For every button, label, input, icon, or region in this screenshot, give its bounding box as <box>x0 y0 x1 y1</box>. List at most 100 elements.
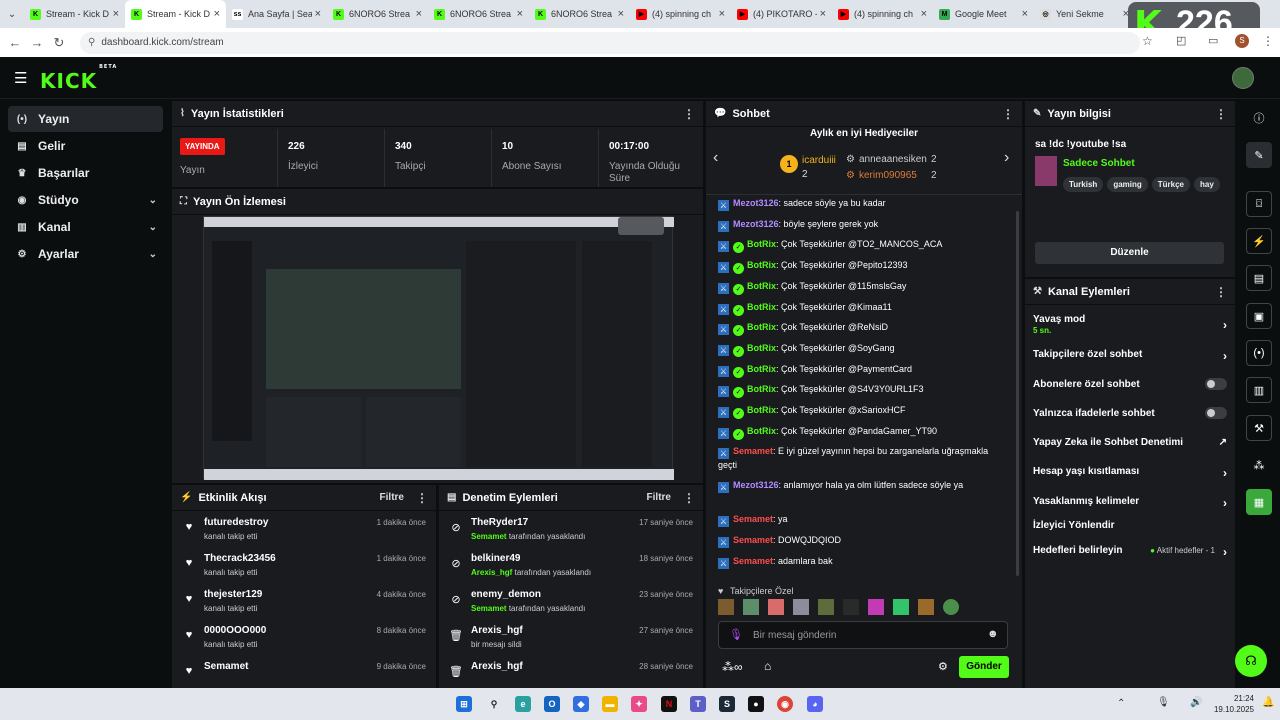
profile-avatar[interactable]: S <box>1235 34 1249 48</box>
chat-username[interactable]: BotRix <box>747 426 776 436</box>
chat-message[interactable]: ⚔Mezot3126: hala akıllanmıyor ya <box>718 576 1008 578</box>
chat-message[interactable]: ⚔ Mezot3126: böyle şeylere gerek yok <box>718 218 1008 232</box>
category-link[interactable]: Sadece Sohbet <box>1063 158 1135 169</box>
followers-chat-row[interactable]: Takipçilere özel sohbet › <box>1033 349 1227 363</box>
chat-username[interactable]: BotRix <box>747 405 776 415</box>
goals-row[interactable]: Hedefleri belirleyin ● Aktif hedefler - 1… <box>1033 545 1227 559</box>
broadcast-icon[interactable]: (•) <box>1246 340 1272 366</box>
chat-bubble-icon[interactable]: ▣ <box>1246 303 1272 329</box>
close-icon[interactable]: × <box>921 8 927 20</box>
moderation-item[interactable]: ⊘ enemy_demon Semamet tarafından yasakland… <box>439 585 703 621</box>
chat-username[interactable]: BotRix <box>747 364 776 374</box>
microphone-icon[interactable]: 🎙 <box>729 628 743 641</box>
support-icon[interactable]: ☊ <box>1235 645 1267 677</box>
emote[interactable] <box>893 599 909 615</box>
steam-icon[interactable]: S <box>719 696 735 712</box>
users-icon[interactable]: ⁂ <box>1246 452 1272 478</box>
hamburger-icon[interactable]: ☰ <box>14 69 27 87</box>
sidebar-item-channel[interactable]: ▥ Kanal ⌄ <box>8 214 163 240</box>
gifter-name[interactable]: kerim090965 <box>859 170 917 181</box>
chat-message[interactable]: ⚔ ✓ BotRix: Çok Teşekkürler @SoyGang <box>718 342 1008 357</box>
chat-input[interactable]: 🎙 Bir mesaj gönderin ☻ <box>718 621 1008 649</box>
gifter-name[interactable]: icarduiii <box>802 155 836 166</box>
chat-username[interactable]: BotRix <box>747 281 776 291</box>
gear-icon[interactable]: ⚙ <box>938 660 948 673</box>
subs-chat-toggle[interactable] <box>1205 378 1227 390</box>
browser-tab[interactable]: ▶ (4) spinning ch × <box>630 0 731 28</box>
volume-icon[interactable]: 🔊 <box>1190 697 1202 708</box>
emote[interactable] <box>943 599 959 615</box>
sidebar-item-studio[interactable]: ◉ Stüdyo ⌄ <box>8 187 163 213</box>
account-age-row[interactable]: Hesap yaşı kısıtlaması › <box>1033 466 1227 480</box>
chat-username[interactable]: BotRix <box>747 384 776 394</box>
layout-icon[interactable]: ▥ <box>1246 377 1272 403</box>
pencil-icon[interactable]: ✎ <box>1246 142 1272 168</box>
chevron-down-icon[interactable]: ⌄ <box>149 222 157 233</box>
kick-logo[interactable]: KICKBETA <box>40 64 117 93</box>
site-info-icon[interactable]: ⚲ <box>88 37 95 48</box>
store-icon[interactable]: ⌂ <box>764 659 771 673</box>
chat-username[interactable]: Semamet <box>733 446 773 456</box>
emote[interactable] <box>743 599 759 615</box>
sidebar-item-settings[interactable]: ⚙ Ayarlar ⌄ <box>8 241 163 267</box>
chat-username[interactable]: BotRix <box>747 302 776 312</box>
kick-app-icon[interactable]: ▦ <box>1246 489 1272 515</box>
tag-chip[interactable]: Turkish <box>1063 177 1104 192</box>
browser-tab[interactable]: M Google Meet × <box>933 0 1034 28</box>
app-icon[interactable]: ● <box>748 696 764 712</box>
chat-scrollbar[interactable] <box>1016 211 1019 576</box>
chat-username[interactable]: Mezot3126 <box>733 198 779 208</box>
discord-icon[interactable]: ◕ <box>807 696 823 712</box>
emote[interactable] <box>793 599 809 615</box>
activity-item[interactable]: ♥ futuredestroy kanalı takip etti 1 dakika … <box>172 513 436 549</box>
close-icon[interactable]: × <box>113 8 119 20</box>
url-field[interactable]: ⚲ dashboard.kick.com/stream <box>80 31 1140 54</box>
close-icon[interactable]: × <box>1022 8 1028 20</box>
user-avatar[interactable] <box>1232 67 1254 89</box>
activity-item[interactable]: ♥ 0000OOO000 kanalı takip etti 8 dakika önc… <box>172 621 436 657</box>
close-icon[interactable]: × <box>820 8 826 20</box>
activity-item[interactable]: ♥ Semamet 9 dakika önce <box>172 657 436 688</box>
close-icon[interactable]: × <box>416 8 422 20</box>
emote[interactable] <box>868 599 884 615</box>
sidebar-item-achievements[interactable]: ♛ Başarılar <box>8 160 163 186</box>
preview-video[interactable] <box>203 216 674 480</box>
emote-chat-toggle[interactable] <box>1205 407 1227 419</box>
chat-message[interactable]: ⚔ Semamet: ya <box>718 513 1008 528</box>
info-icon[interactable]: ⓘ <box>1246 105 1272 131</box>
emote[interactable] <box>768 599 784 615</box>
chat-message[interactable]: ⚔ ✓ BotRix: Çok Teşekkürler @Pepito12393 <box>718 259 1008 275</box>
chat-message[interactable]: ⚔ Mezot3126: sadece söyle ya bu kadar <box>718 197 1008 211</box>
tag-chip[interactable]: Türkçe <box>1151 177 1190 192</box>
send-button[interactable]: Gönder <box>959 656 1009 678</box>
close-icon[interactable]: × <box>719 8 725 20</box>
more-icon[interactable]: ⋮ <box>416 491 428 505</box>
more-icon[interactable]: ⋮ <box>683 491 695 505</box>
sidebar-item-revenue[interactable]: ▤ Gelir <box>8 133 163 159</box>
users-icon[interactable]: ⁂∞ <box>722 660 743 674</box>
more-icon[interactable]: ⋮ <box>1215 107 1227 121</box>
emote[interactable] <box>718 599 734 615</box>
app-icon[interactable]: ◆ <box>573 696 589 712</box>
filter-button[interactable]: Filtre <box>380 492 404 503</box>
notification-icon[interactable]: 🔔 <box>1262 697 1274 708</box>
chat-username[interactable]: Mezot3126 <box>733 480 779 490</box>
chat-username[interactable]: Semamet <box>733 514 773 524</box>
gifter-name[interactable]: anneaanesiken <box>859 154 927 165</box>
lightning-icon[interactable]: ⚡ <box>1246 228 1272 254</box>
filter-button[interactable]: Filtre <box>647 492 671 503</box>
chrome-icon[interactable]: ◉ <box>777 696 793 712</box>
more-icon[interactable]: ⋮ <box>1002 107 1014 121</box>
banned-words-row[interactable]: Yasaklanmış kelimeler › <box>1033 496 1227 510</box>
chat-message[interactable]: ⚔ ✓ BotRix: Çok Teşekkürler @TO2_MANCOS_AC… <box>718 238 1008 254</box>
browser-tab[interactable]: K Stream - Kick D × <box>125 0 226 28</box>
chat-message[interactable]: ⚔ ✓ BotRix: Çok Teşekkürler @S4V3Y0URL1F3 <box>718 383 1008 399</box>
emote[interactable] <box>918 599 934 615</box>
copilot-icon[interactable]: ✦ <box>631 696 647 712</box>
chat-message[interactable]: ⚔ Semamet: E iyi güzel yayının hepsi bu z… <box>718 445 1008 472</box>
browser-tab[interactable]: ▶ (4) PIKOTARO - × <box>731 0 832 28</box>
chat-message[interactable]: ⚔ ✓ BotRix: Çok Teşekkürler @ReNsiD <box>718 321 1008 337</box>
close-icon[interactable]: × <box>618 8 624 20</box>
close-icon[interactable]: × <box>214 8 220 20</box>
moderation-item[interactable]: 🗑 Arexis_hgf bir mesajı sildi 27 saniye önc… <box>439 621 703 657</box>
